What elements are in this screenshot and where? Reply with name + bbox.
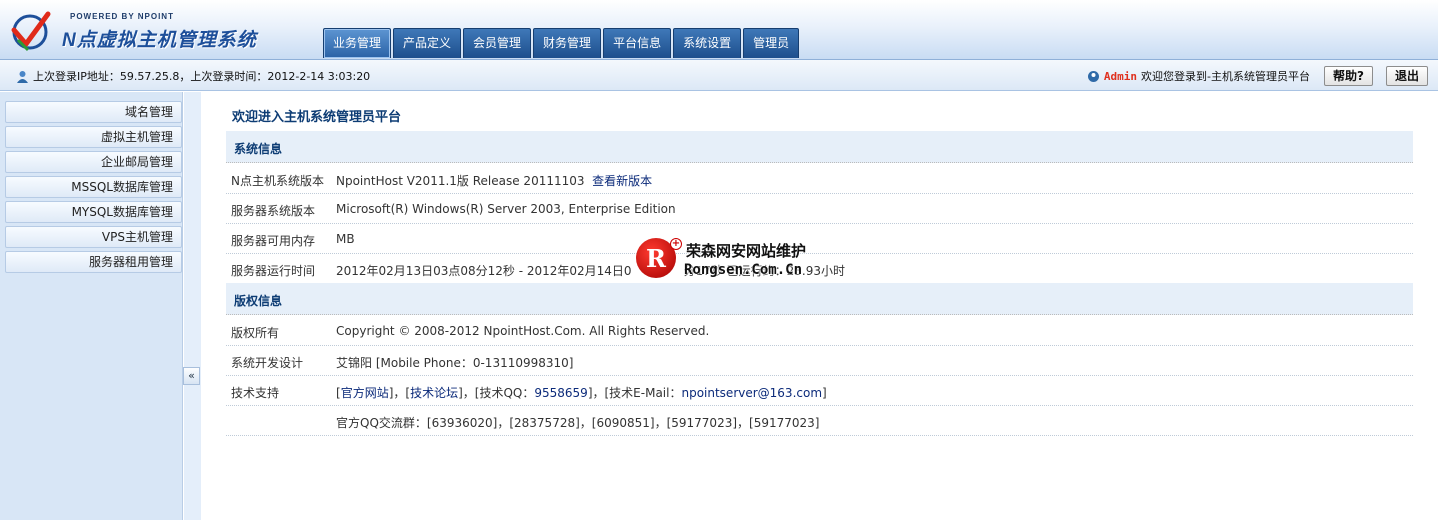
section-header-system: 系统信息 (226, 131, 1413, 163)
row-label: 系统开发设计 (231, 356, 304, 370)
info-row-developer: 系统开发设计 艾锦阳 [Mobile Phone：0-13110998310] (226, 346, 1413, 376)
info-row-qq-groups: 官方QQ交流群：[63936020]，[28375728]，[6090851]，… (226, 406, 1413, 436)
watermark-letter: R (646, 244, 666, 273)
info-row-copyright: 版权所有 Copyright © 2008-2012 NpointHost.Co… (226, 316, 1413, 346)
admin-username: Admin (1103, 69, 1138, 83)
logout-button[interactable]: 退出 (1386, 66, 1429, 86)
nav-tab[interactable]: 管理员 (743, 28, 800, 58)
last-login-info: 上次登录IP地址：59.57.25.8，上次登录时间：2012-2-14 3:0… (16, 68, 370, 84)
row-value: Copyright © 2008-2012 NpointHost.Com. Al… (336, 324, 710, 338)
help-button[interactable]: 帮助? (1324, 66, 1373, 86)
collapse-sidebar-button[interactable]: « (183, 367, 200, 385)
welcome-text: 欢迎您登录到-主机系统管理员平台 (1141, 70, 1310, 83)
app-logo: POWERED BY NPOINT N点虚拟主机管理系统 (8, 8, 258, 54)
email-label: ]，[技术E-Mail： (587, 386, 682, 400)
row-label: 版权所有 (231, 326, 280, 340)
row-value: [官方网站]，[技术论坛]，[技术QQ：9558659]，[技术E-Mail：n… (336, 384, 827, 401)
welcome-info: Admin 欢迎您登录到-主机系统管理员平台 (1087, 68, 1310, 84)
admin-icon (1087, 70, 1099, 82)
row-value: Microsoft(R) Windows(R) Server 2003, Ent… (336, 202, 676, 216)
main-content: 欢迎进入主机系统管理员平台 系统信息 N点主机系统版本 NpointHost V… (226, 92, 1413, 520)
info-row-os: 服务器系统版本 Microsoft(R) Windows(R) Server 2… (226, 194, 1413, 224)
nav-tab[interactable]: 平台信息 (603, 28, 672, 58)
row-label: 服务器运行时间 (231, 264, 316, 278)
app-title: N点虚拟主机管理系统 (62, 30, 257, 51)
official-site-link[interactable]: 官方网站 (341, 386, 389, 400)
section-title: 系统信息 (234, 142, 283, 156)
user-icon (17, 70, 28, 83)
page-title: 欢迎进入主机系统管理员平台 (232, 110, 402, 125)
watermark-cn-text: 荣森网安网站维护 (686, 242, 807, 260)
sidebar-item[interactable]: 域名管理 (5, 101, 182, 123)
sidebar-item[interactable]: MYSQL数据库管理 (5, 201, 182, 223)
sidebar-splitter (184, 92, 201, 520)
last-login-text: 上次登录IP地址：59.57.25.8，上次登录时间：2012-2-14 3:0… (33, 70, 371, 83)
watermark-logo: R + 荣森网安网站维护 Rongsen.Com.Cn (636, 238, 836, 283)
sidebar-item[interactable]: 服务器租用管理 (5, 251, 182, 273)
info-row-support: 技术支持 [官方网站]，[技术论坛]，[技术QQ：9558659]，[技术E-M… (226, 376, 1413, 406)
row-label: 服务器系统版本 (231, 204, 316, 218)
forum-link[interactable]: 技术论坛 (410, 386, 458, 400)
row-label: 技术支持 (231, 386, 280, 400)
sidebar-item[interactable]: MSSQL数据库管理 (5, 176, 182, 198)
uptime-range: 2012年02月13日03点08分12秒 - 2012年02月14日0 (336, 264, 632, 278)
nav-tab[interactable]: 产品定义 (393, 28, 462, 58)
support-email-link[interactable]: npointserver@163.com (681, 386, 822, 400)
sidebar: 域名管理虚拟主机管理 企业邮局管理 MSSQL数据库管理 MYSQL数据库管理 VPS主… (0, 92, 183, 520)
row-label: N点主机系统版本 (231, 174, 324, 188)
watermark-en-text: Rongsen.Com.Cn (684, 262, 803, 278)
support-qq-link[interactable]: 9558659 (534, 386, 587, 400)
separator-text: ]，[ (388, 386, 411, 400)
sidebar-item[interactable]: VPS主机管理 (5, 226, 182, 248)
section-header-copyright: 版权信息 (226, 283, 1413, 315)
info-bar: 上次登录IP地址：59.57.25.8，上次登录时间：2012-2-14 3:0… (0, 60, 1438, 91)
nav-tab[interactable]: 系统设置 (673, 28, 742, 58)
plus-icon: + (670, 238, 682, 250)
row-value: MB (336, 232, 355, 246)
powered-by-text: POWERED BY NPOINT (70, 12, 174, 21)
section-title: 版权信息 (234, 294, 283, 308)
qq-groups-text: 官方QQ交流群：[63936020]，[28375728]，[6090851]，… (336, 416, 820, 430)
sidebar-item[interactable]: 企业邮局管理 (5, 151, 182, 173)
top-header: POWERED BY NPOINT N点虚拟主机管理系统 业务管理 产品定义 会员管… (0, 0, 1438, 60)
row-label: 服务器可用内存 (231, 234, 316, 248)
sidebar-item[interactable]: 虚拟主机管理 (5, 126, 182, 148)
check-new-version-link[interactable]: 查看新版本 (592, 174, 652, 188)
row-value: 艾锦阳 [Mobile Phone：0-13110998310] (336, 356, 574, 370)
info-row-version: N点主机系统版本 NpointHost V2011.1版 Release 201… (226, 164, 1413, 194)
logo-check-icon (11, 11, 51, 52)
version-text: NpointHost V2011.1版 Release 20111103 (336, 174, 585, 188)
main-nav: 业务管理 产品定义 会员管理 财务管理 平台信息 系统设置 管理员 (323, 28, 800, 58)
bracket-text: ] (822, 386, 827, 400)
row-value: NpointHost V2011.1版 Release 20111103 查看新… (336, 172, 652, 189)
qq-label: ]，[技术QQ： (458, 386, 535, 400)
nav-tab[interactable]: 会员管理 (463, 28, 532, 58)
nav-tab[interactable]: 业务管理 (323, 28, 392, 58)
nav-tab[interactable]: 财务管理 (533, 28, 602, 58)
